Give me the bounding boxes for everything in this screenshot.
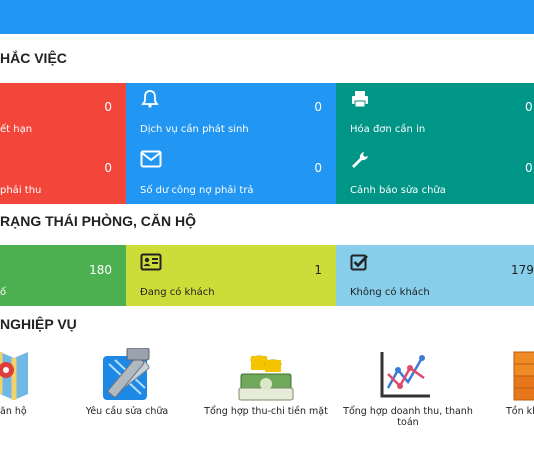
boxes-icon: [513, 351, 534, 401]
map-icon: [0, 352, 28, 400]
tile-count: 0: [314, 161, 322, 175]
tile-label: phải thu: [0, 185, 42, 196]
tile-total-rooms[interactable]: 180 ố: [0, 245, 126, 306]
tile-count: 1: [314, 263, 322, 277]
app-revenue-summary[interactable]: Tổng hợp doanh thu, thanh toán: [338, 346, 478, 442]
app-label: ăn hộ: [0, 406, 27, 417]
app-label: Tồn kh: [506, 406, 534, 417]
hammer-ruler-icon: [103, 348, 150, 400]
tile-label: Số dư công nợ phải trả: [140, 185, 254, 196]
printer-icon: [350, 89, 370, 113]
tile-count: 179: [511, 263, 534, 277]
id-card-icon: [140, 253, 162, 275]
tile-count: 0: [104, 161, 112, 175]
tile-count: 0: [525, 100, 533, 114]
tile-label: Cảnh báo sửa chữa: [350, 185, 446, 196]
app-label: Tổng hợp thu-chi tiền mặt: [204, 406, 328, 417]
tile-repair-warnings[interactable]: 0 Cảnh báo sửa chữa: [336, 144, 534, 204]
cash-stack-icon: [238, 355, 294, 401]
bell-icon: [140, 89, 160, 113]
top-bar: [0, 0, 534, 34]
tile-vacant[interactable]: 179 Không có khách: [336, 245, 534, 306]
wrench-icon: [350, 150, 370, 174]
tile-label: Hóa đơn cần in: [350, 124, 426, 135]
tile-occupied[interactable]: 1 Đang có khách: [126, 245, 336, 306]
tile-label: ết hạn: [0, 124, 33, 135]
tile-label: Dịch vụ cần phát sinh: [140, 124, 249, 135]
tile-count: 0: [314, 100, 322, 114]
app-repair-request[interactable]: Yêu cầu sửa chữa: [78, 346, 176, 442]
tile-invoices-to-print[interactable]: 0 Hóa đơn cần in: [336, 83, 534, 144]
tile-label: Không có khách: [350, 287, 430, 298]
tile-count: 0: [525, 161, 533, 175]
tile-receivables[interactable]: 0 phải thu: [0, 144, 126, 204]
app-cash-summary[interactable]: Tổng hợp thu-chi tiền mặt: [199, 346, 333, 442]
tile-services-pending[interactable]: 0 Dịch vụ cần phát sinh: [126, 83, 336, 144]
tile-overdue[interactable]: 0 ết hạn: [0, 83, 126, 144]
tile-count: 0: [104, 100, 112, 114]
tile-payables-balance[interactable]: 0 Số dư công nợ phải trả: [126, 144, 336, 204]
tile-count: 180: [89, 263, 112, 277]
envelope-icon: [140, 150, 162, 172]
line-chart-icon: [380, 352, 430, 398]
section-title-room-status: RẠNG THÁI PHÒNG, CĂN HỘ: [0, 213, 196, 229]
checkbox-icon: [350, 253, 370, 275]
app-label: Yêu cầu sửa chữa: [85, 406, 169, 417]
app-inventory[interactable]: Tồn kh: [496, 346, 534, 442]
app-label: Tổng hợp doanh thu, thanh toán: [343, 406, 473, 428]
section-title-work-reminders: HẮC VIỆC: [0, 50, 67, 66]
tile-label: ố: [0, 287, 7, 298]
app-apartments[interactable]: ăn hộ: [0, 346, 50, 442]
tile-label: Đang có khách: [140, 287, 215, 298]
section-title-operations: NGHIỆP VỤ: [0, 316, 77, 332]
